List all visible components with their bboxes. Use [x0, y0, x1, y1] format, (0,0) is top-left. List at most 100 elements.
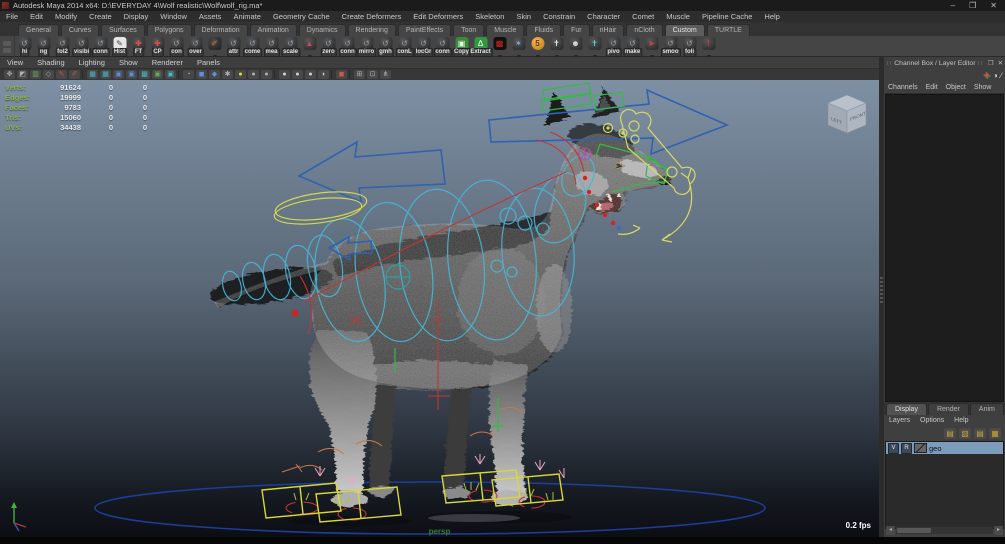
shelf-tool-button[interactable]: ↺ ng	[34, 36, 53, 57]
viewport-tool-icon[interactable]	[82, 70, 85, 79]
layer-editor-tab[interactable]: Render	[927, 403, 969, 415]
channel-box-header[interactable]: Channel Box / Layer Editor ❐ ✕	[884, 57, 1005, 69]
viewport-tool-icon[interactable]: ✥	[4, 70, 15, 79]
viewport-tool-icon[interactable]: ▣	[113, 70, 124, 79]
viewport-tool-icon[interactable]	[349, 70, 352, 79]
shelf-tool-button[interactable]: ↺ pivo	[604, 36, 623, 57]
layer-editor-tab[interactable]: Display	[886, 403, 927, 415]
minimize-button[interactable]: –	[951, 1, 955, 11]
layer-hscrollbar[interactable]: ◂ ▸	[886, 526, 1003, 535]
layer-editor-menu-item[interactable]: Options	[915, 417, 949, 424]
shelf-tool-button[interactable]: ✚ FT	[129, 36, 148, 57]
menu-item[interactable]: Animate	[227, 11, 267, 22]
viewport-tool-icon[interactable]: ●	[292, 70, 303, 79]
panel-menu-item[interactable]: Shading	[30, 57, 72, 68]
menu-item[interactable]: File	[0, 11, 24, 22]
layer-render-toggle[interactable]: R	[901, 442, 912, 454]
shelf-tool-button[interactable]: ✶	[509, 36, 528, 57]
shelf-tool-button[interactable]: !	[699, 36, 718, 57]
shelf-tab[interactable]: Fur	[563, 24, 590, 36]
viewport-tool-icon[interactable]: ▣	[126, 70, 137, 79]
viewport-tool-icon[interactable]: ▩	[139, 70, 150, 79]
shelf-tool-button[interactable]: ✐	[205, 36, 224, 57]
panel-menu-item[interactable]: Panels	[190, 57, 227, 68]
viewport-tool-icon[interactable]: ⊞	[354, 70, 365, 79]
perspective-viewport[interactable]: Verts: 91624 0 0 Edges: 19999 0 0 Faces:…	[0, 80, 879, 537]
shelf-tool-button[interactable]: ↺ visibi	[71, 36, 92, 57]
shelf-tab[interactable]: Animation	[249, 24, 297, 36]
shelf-tool-button[interactable]: Δ Extract	[468, 36, 493, 57]
viewport-tool-icon[interactable]: ●	[279, 70, 290, 79]
shelf-tool-button[interactable]: ↺ gmh	[376, 36, 395, 57]
shelf-tab[interactable]: Deformation	[193, 24, 248, 36]
shelf-tool-button[interactable]: ✎ Hist	[110, 36, 129, 57]
layer-op-icon[interactable]: ▧	[959, 428, 971, 439]
shelf-tab[interactable]: Dynamics	[298, 24, 346, 36]
shelf-tab[interactable]: Muscle	[486, 24, 525, 36]
shelf-tool-button[interactable]: ↺ locGr	[413, 36, 434, 57]
shelf-tab[interactable]: nCloth	[626, 24, 663, 36]
menu-item[interactable]: Edit Deformers	[407, 11, 469, 22]
shelf-tool-button[interactable]: ↺ zero	[319, 36, 338, 57]
layer-list[interactable]: V R geo	[885, 441, 1004, 529]
layer-row-geo[interactable]: V R geo	[886, 442, 1003, 454]
viewport-tool-icon[interactable]: ✎	[56, 70, 67, 79]
menu-item[interactable]: Muscle	[660, 11, 696, 22]
shelf-tool-button[interactable]: ↺ conn	[338, 36, 357, 57]
title-bar[interactable]: Autodesk Maya 2014 x64: D:\EVERYDAY 4\Wo…	[0, 0, 1005, 11]
viewport-tool-icon[interactable]: ●	[261, 70, 272, 79]
shelf-tab[interactable]: nHair	[591, 24, 625, 36]
channel-box-menu-item[interactable]: Show	[970, 84, 996, 91]
layer-color-swatch[interactable]	[914, 443, 927, 453]
close-button[interactable]: ✕	[990, 1, 997, 11]
menu-item[interactable]: Create	[83, 11, 118, 22]
shelf-tool-button[interactable]: ✝	[585, 36, 604, 57]
layer-op-icon[interactable]: ▤	[974, 428, 986, 439]
viewport-tool-icon[interactable]: ◔	[183, 70, 194, 79]
shelf-tool-button[interactable]: ↺ attr	[224, 36, 243, 57]
scroll-thumb[interactable]	[897, 528, 931, 533]
viewport-tool-icon[interactable]	[274, 70, 277, 79]
viewport-tool-icon[interactable]: ▥	[30, 70, 41, 79]
shelf-tool-button[interactable]: ▩	[490, 36, 509, 57]
channel-box-menu-item[interactable]: Channels	[884, 84, 922, 91]
shelf-tool-button[interactable]: ✝	[547, 36, 566, 57]
viewport-tool-icon[interactable]: ◗	[318, 70, 329, 79]
viewport-tool-icon[interactable]: ▣	[152, 70, 163, 79]
shelf-tool-button[interactable]: ✚ CP	[148, 36, 167, 57]
menu-item[interactable]: Geometry Cache	[267, 11, 336, 22]
viewport-tool-icon[interactable]: ●	[235, 70, 246, 79]
shelf-tool-button[interactable]: ↺ mea	[262, 36, 281, 57]
shelf-tab[interactable]: General	[18, 24, 59, 36]
shelf-tab[interactable]: Custom	[664, 24, 705, 36]
viewport-tool-icon[interactable]	[178, 70, 181, 79]
menu-item[interactable]: Comet	[626, 11, 660, 22]
viewport-tool-icon[interactable]: ●	[248, 70, 259, 79]
menu-item[interactable]: Skin	[510, 11, 537, 22]
channel-box-tool-icon[interactable]: ✚	[983, 70, 990, 81]
shelf-tab[interactable]: Rendering	[347, 24, 396, 36]
shelf-tab[interactable]: Fluids	[526, 24, 562, 36]
menu-item[interactable]: Skeleton	[469, 11, 510, 22]
viewport-tool-icon[interactable]: ◩	[17, 70, 28, 79]
menu-item[interactable]: Window	[154, 11, 193, 22]
viewport-tool-icon[interactable]: ▦	[87, 70, 98, 79]
restore-button[interactable]: ❐	[969, 1, 976, 11]
shelf-tool-button[interactable]: ↺ foli	[680, 36, 699, 57]
viewport-tool-icon[interactable]: ●	[305, 70, 316, 79]
layer-visibility-toggle[interactable]: V	[888, 442, 899, 454]
scroll-left-button[interactable]: ◂	[886, 526, 895, 535]
shelf-tab[interactable]: Curves	[60, 24, 100, 36]
menu-item[interactable]: Help	[758, 11, 785, 22]
menu-item[interactable]: Modify	[49, 11, 83, 22]
viewport-tool-icon[interactable]: ▣	[165, 70, 176, 79]
viewport-tool-icon[interactable]: ◼	[196, 70, 207, 79]
layer-op-icon[interactable]: ▤	[944, 428, 956, 439]
layer-op-icon[interactable]: ▦	[989, 428, 1001, 439]
shelf-tool-button[interactable]: ↺ con	[167, 36, 186, 57]
layer-editor-menu-item[interactable]: Layers	[884, 417, 915, 424]
viewport-tool-icon[interactable]: ⊡	[367, 70, 378, 79]
shelf-tab[interactable]: Surfaces	[101, 24, 145, 36]
drag-handle[interactable]	[978, 61, 983, 65]
shelf-tab[interactable]: Polygons	[146, 24, 192, 36]
